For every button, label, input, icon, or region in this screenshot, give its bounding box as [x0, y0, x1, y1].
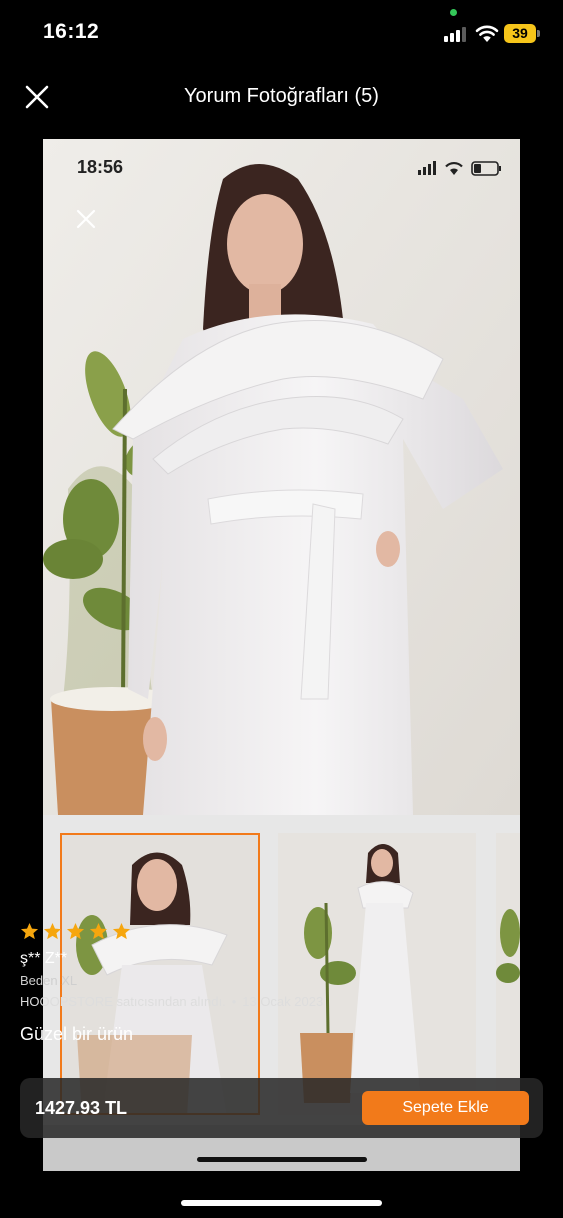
- inner-status-icons: [418, 161, 501, 176]
- battery-level: 39: [504, 24, 536, 43]
- battery-icon: 39: [504, 24, 540, 43]
- cellular-signal-icon: [444, 26, 470, 42]
- inner-close-icon: [76, 209, 96, 229]
- star-rating: [20, 922, 540, 944]
- review-meta: HOOOPSTORE satıcısından alındı. • 13 Ocak …: [20, 994, 540, 1009]
- star-icon: [66, 922, 85, 940]
- review-date: 13 Ocak 2023: [242, 994, 324, 1009]
- product-price: 1427.93 TL: [35, 1098, 128, 1118]
- meta-separator: •: [231, 994, 237, 1009]
- camera-indicator-dot: [450, 9, 457, 16]
- size-label: Beden XL: [20, 973, 78, 988]
- buy-bar: 1427.93 TL Sepete Ekle: [20, 1078, 543, 1138]
- star-icon: [112, 922, 131, 940]
- wifi-icon: [475, 25, 499, 42]
- star-icon: [20, 922, 39, 940]
- page-title: Yorum Fotoğrafları (5): [184, 85, 379, 107]
- main-photo-image: [43, 139, 520, 815]
- star-icon: [89, 922, 108, 940]
- review-text: Güzel bir ürün: [20, 1024, 134, 1044]
- star-icon: [43, 922, 62, 940]
- status-time: 16:12: [43, 20, 100, 43]
- review-details: ş** Z** Beden XL HOOOPSTORE satıcısından…: [20, 922, 540, 1045]
- seller-info: HOOOPSTORE satıcısından alındı.: [20, 994, 226, 1009]
- reviewer-name: ş** Z**: [20, 950, 68, 967]
- inner-status-time: 18:56: [77, 157, 124, 177]
- inner-home-indicator: [197, 1157, 367, 1162]
- add-to-cart-button[interactable]: Sepete Ekle: [362, 1091, 529, 1125]
- home-indicator[interactable]: [181, 1200, 382, 1206]
- status-bar: 16:12 39: [0, 0, 563, 64]
- header: Yorum Fotoğrafları (5): [0, 70, 563, 124]
